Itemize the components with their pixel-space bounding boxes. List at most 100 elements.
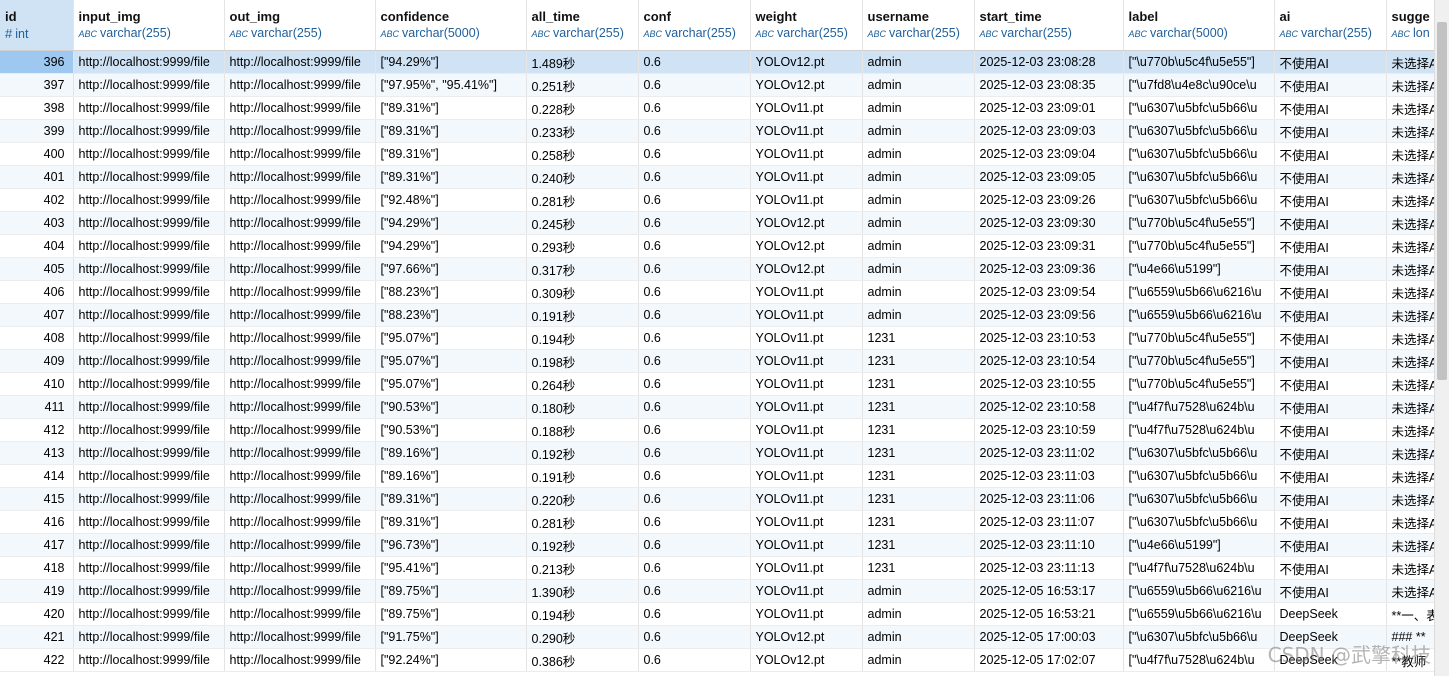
cell-input_img[interactable]: http://localhost:9999/file bbox=[73, 96, 225, 120]
cell-all_time[interactable]: 0.309秒 bbox=[526, 280, 639, 304]
cell-ai[interactable]: 不使用AI bbox=[1274, 418, 1387, 442]
cell-ai[interactable]: 不使用AI bbox=[1274, 257, 1387, 281]
cell-out_img[interactable]: http://localhost:9999/file bbox=[224, 142, 376, 166]
table-row[interactable]: 401 http://localhost:9999/file http://loca… bbox=[0, 165, 1434, 189]
column-header-all_time[interactable]: all_time ABC varchar(255) bbox=[526, 0, 639, 51]
cell-sugge[interactable]: 未选择A bbox=[1386, 464, 1434, 488]
cell-confidence[interactable]: ["94.29%"] bbox=[375, 234, 527, 258]
cell-conf[interactable]: 0.6 bbox=[638, 50, 751, 74]
cell-weight[interactable]: YOLOv11.pt bbox=[750, 165, 863, 189]
cell-conf[interactable]: 0.6 bbox=[638, 556, 751, 580]
cell-sugge[interactable]: 未选择A bbox=[1386, 234, 1434, 258]
cell-start_time[interactable]: 2025-12-05 16:53:17 bbox=[974, 579, 1124, 603]
cell-ai[interactable]: 不使用AI bbox=[1274, 165, 1387, 189]
cell-conf[interactable]: 0.6 bbox=[638, 303, 751, 327]
cell-all_time[interactable]: 0.251秒 bbox=[526, 73, 639, 97]
table-row[interactable]: 396 http://localhost:9999/file http://loca… bbox=[0, 50, 1434, 74]
cell-input_img[interactable]: http://localhost:9999/file bbox=[73, 464, 225, 488]
cell-ai[interactable]: 不使用AI bbox=[1274, 533, 1387, 557]
cell-weight[interactable]: YOLOv11.pt bbox=[750, 372, 863, 396]
cell-sugge[interactable]: 未选择A bbox=[1386, 119, 1434, 143]
cell-username[interactable]: admin bbox=[862, 280, 975, 304]
cell-ai[interactable]: 不使用AI bbox=[1274, 510, 1387, 534]
cell-username[interactable]: admin bbox=[862, 234, 975, 258]
cell-ai[interactable]: 不使用AI bbox=[1274, 372, 1387, 396]
cell-username[interactable]: admin bbox=[862, 211, 975, 235]
cell-sugge[interactable]: 未选择A bbox=[1386, 257, 1434, 281]
cell-ai[interactable]: 不使用AI bbox=[1274, 303, 1387, 327]
cell-input_img[interactable]: http://localhost:9999/file bbox=[73, 234, 225, 258]
cell-out_img[interactable]: http://localhost:9999/file bbox=[224, 556, 376, 580]
cell-input_img[interactable]: http://localhost:9999/file bbox=[73, 487, 225, 511]
cell-weight[interactable]: YOLOv11.pt bbox=[750, 119, 863, 143]
cell-username[interactable]: admin bbox=[862, 625, 975, 649]
column-header-start_time[interactable]: start_time ABC varchar(255) bbox=[974, 0, 1124, 51]
cell-sugge[interactable]: 未选择A bbox=[1386, 556, 1434, 580]
cell-weight[interactable]: YOLOv11.pt bbox=[750, 395, 863, 419]
cell-confidence[interactable]: ["94.29%"] bbox=[375, 211, 527, 235]
cell-all_time[interactable]: 0.386秒 bbox=[526, 648, 639, 672]
cell-start_time[interactable]: 2025-12-03 23:09:56 bbox=[974, 303, 1124, 327]
cell-conf[interactable]: 0.6 bbox=[638, 211, 751, 235]
cell-username[interactable]: 1231 bbox=[862, 533, 975, 557]
cell-ai[interactable]: 不使用AI bbox=[1274, 73, 1387, 97]
cell-conf[interactable]: 0.6 bbox=[638, 96, 751, 120]
cell-conf[interactable]: 0.6 bbox=[638, 142, 751, 166]
cell-username[interactable]: admin bbox=[862, 648, 975, 672]
cell-out_img[interactable]: http://localhost:9999/file bbox=[224, 303, 376, 327]
cell-out_img[interactable]: http://localhost:9999/file bbox=[224, 73, 376, 97]
cell-username[interactable]: admin bbox=[862, 50, 975, 74]
cell-confidence[interactable]: ["89.31%"] bbox=[375, 96, 527, 120]
cell-label[interactable]: ["\u6559\u5b66\u6216\u bbox=[1123, 303, 1275, 327]
cell-ai[interactable]: 不使用AI bbox=[1274, 96, 1387, 120]
cell-ai[interactable]: 不使用AI bbox=[1274, 395, 1387, 419]
table-row[interactable]: 414 http://localhost:9999/file http://loca… bbox=[0, 464, 1434, 488]
cell-input_img[interactable]: http://localhost:9999/file bbox=[73, 257, 225, 281]
cell-label[interactable]: ["\u770b\u5c4f\u5e55"] bbox=[1123, 372, 1275, 396]
cell-conf[interactable]: 0.6 bbox=[638, 579, 751, 603]
cell-weight[interactable]: YOLOv11.pt bbox=[750, 533, 863, 557]
cell-start_time[interactable]: 2025-12-03 23:09:31 bbox=[974, 234, 1124, 258]
cell-id[interactable]: 420 bbox=[0, 602, 74, 626]
table-row[interactable]: 422 http://localhost:9999/file http://loca… bbox=[0, 648, 1434, 672]
cell-conf[interactable]: 0.6 bbox=[638, 280, 751, 304]
cell-conf[interactable]: 0.6 bbox=[638, 257, 751, 281]
cell-start_time[interactable]: 2025-12-03 23:09:04 bbox=[974, 142, 1124, 166]
cell-username[interactable]: 1231 bbox=[862, 326, 975, 350]
cell-start_time[interactable]: 2025-12-03 23:08:28 bbox=[974, 50, 1124, 74]
cell-out_img[interactable]: http://localhost:9999/file bbox=[224, 510, 376, 534]
cell-start_time[interactable]: 2025-12-05 17:02:07 bbox=[974, 648, 1124, 672]
cell-conf[interactable]: 0.6 bbox=[638, 73, 751, 97]
table-row[interactable]: 407 http://localhost:9999/file http://loca… bbox=[0, 303, 1434, 327]
cell-label[interactable]: ["\u770b\u5c4f\u5e55"] bbox=[1123, 349, 1275, 373]
cell-confidence[interactable]: ["92.24%"] bbox=[375, 648, 527, 672]
cell-start_time[interactable]: 2025-12-03 23:08:35 bbox=[974, 73, 1124, 97]
table-row[interactable]: 419 http://localhost:9999/file http://loca… bbox=[0, 579, 1434, 603]
cell-all_time[interactable]: 1.390秒 bbox=[526, 579, 639, 603]
cell-label[interactable]: ["\u4f7f\u7528\u624b\u bbox=[1123, 395, 1275, 419]
cell-all_time[interactable]: 0.264秒 bbox=[526, 372, 639, 396]
cell-all_time[interactable]: 0.192秒 bbox=[526, 533, 639, 557]
cell-label[interactable]: ["\u6307\u5bfc\u5b66\u bbox=[1123, 510, 1275, 534]
cell-label[interactable]: ["\u6307\u5bfc\u5b66\u bbox=[1123, 487, 1275, 511]
table-row[interactable]: 398 http://localhost:9999/file http://loca… bbox=[0, 96, 1434, 120]
cell-label[interactable]: ["\u6307\u5bfc\u5b66\u bbox=[1123, 464, 1275, 488]
cell-username[interactable]: admin bbox=[862, 142, 975, 166]
cell-weight[interactable]: YOLOv11.pt bbox=[750, 326, 863, 350]
cell-conf[interactable]: 0.6 bbox=[638, 510, 751, 534]
cell-input_img[interactable]: http://localhost:9999/file bbox=[73, 648, 225, 672]
cell-ai[interactable]: 不使用AI bbox=[1274, 464, 1387, 488]
column-header-ai[interactable]: ai ABC varchar(255) bbox=[1274, 0, 1387, 51]
cell-username[interactable]: admin bbox=[862, 579, 975, 603]
cell-confidence[interactable]: ["89.31%"] bbox=[375, 142, 527, 166]
cell-sugge[interactable]: 未选择A bbox=[1386, 303, 1434, 327]
cell-start_time[interactable]: 2025-12-03 23:11:13 bbox=[974, 556, 1124, 580]
cell-sugge[interactable]: 未选择A bbox=[1386, 165, 1434, 189]
cell-all_time[interactable]: 0.290秒 bbox=[526, 625, 639, 649]
cell-weight[interactable]: YOLOv12.pt bbox=[750, 211, 863, 235]
column-header-id[interactable]: id # int bbox=[0, 0, 74, 51]
cell-ai[interactable]: 不使用AI bbox=[1274, 556, 1387, 580]
cell-conf[interactable]: 0.6 bbox=[638, 441, 751, 465]
cell-confidence[interactable]: ["89.31%"] bbox=[375, 165, 527, 189]
cell-out_img[interactable]: http://localhost:9999/file bbox=[224, 395, 376, 419]
